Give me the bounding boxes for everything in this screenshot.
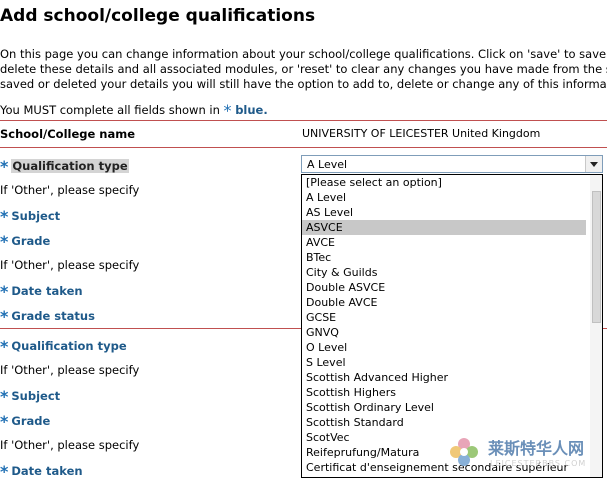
- dropdown-option[interactable]: [Please select an option]: [302, 175, 586, 190]
- required-fields-note: You MUST complete all fields shown in * …: [0, 101, 268, 120]
- dropdown-option[interactable]: Scottish Advanced Higher: [302, 370, 586, 385]
- subject-text: Subject: [11, 389, 61, 403]
- asterisk-icon: *: [0, 412, 9, 431]
- watermark-url: LEICESTERBBS.COM: [490, 459, 587, 468]
- dropdown-option[interactable]: AVCE: [302, 235, 586, 250]
- select-current-value: A Level: [307, 158, 348, 171]
- dropdown-option[interactable]: Double AVCE: [302, 295, 586, 310]
- asterisk-icon: *: [0, 282, 9, 301]
- page-title: Add school/college qualifications: [0, 6, 316, 26]
- school-name-label: School/College name: [0, 127, 136, 141]
- other-specify-label: If 'Other', please specify: [0, 363, 140, 377]
- intro-line: On this page you can change information …: [0, 47, 607, 61]
- date-taken-label: * Date taken: [0, 282, 83, 301]
- asterisk-icon: *: [0, 307, 9, 326]
- qualification-type-text: Qualification type: [11, 159, 129, 173]
- intro-line: delete these details and all associated …: [0, 62, 607, 76]
- scrollbar-thumb[interactable]: [592, 191, 601, 323]
- other-specify-label: If 'Other', please specify: [0, 438, 140, 452]
- subject-text: Subject: [11, 209, 61, 223]
- asterisk-icon: *: [0, 157, 9, 176]
- grade-text: Grade: [11, 414, 51, 428]
- intro-line: saved or deleted your details you will s…: [0, 77, 607, 91]
- subject-label: * Subject: [0, 207, 60, 226]
- date-taken-text: Date taken: [11, 284, 83, 298]
- watermark-site-name: 莱斯特华人网: [488, 439, 585, 458]
- dropdown-option[interactable]: O Level: [302, 340, 586, 355]
- asterisk-icon: *: [0, 387, 9, 406]
- dropdown-option[interactable]: BTec: [302, 250, 586, 265]
- date-taken-text: Date taken: [11, 464, 83, 478]
- dropdown-option[interactable]: GCSE: [302, 310, 586, 325]
- intro-text: On this page you can change information …: [0, 47, 607, 92]
- qualification-type-text: Qualification type: [11, 339, 127, 353]
- school-name-value: UNIVERSITY OF LEICESTER United Kingdom: [302, 127, 541, 140]
- date-taken-label: * Date taken: [0, 462, 83, 481]
- asterisk-icon: *: [0, 462, 9, 481]
- other-specify-label: If 'Other', please specify: [0, 183, 140, 197]
- site-watermark: 莱斯特华人网 LEICESTERBBS.COM: [440, 432, 607, 478]
- asterisk-icon: *: [0, 232, 9, 251]
- dropdown-option[interactable]: AS Level: [302, 205, 586, 220]
- asterisk-icon: *: [0, 337, 9, 356]
- other-specify-label: If 'Other', please specify: [0, 258, 140, 272]
- subject-label: * Subject: [0, 387, 60, 406]
- qualification-type-label: * Qualification type: [0, 337, 127, 356]
- qualification-type-select[interactable]: A Level: [301, 155, 603, 173]
- grade-status-label: * Grade status: [0, 307, 95, 326]
- required-note-blue: blue.: [235, 103, 268, 117]
- dropdown-option[interactable]: Double ASVCE: [302, 280, 586, 295]
- grade-status-text: Grade status: [11, 309, 95, 323]
- dropdown-option[interactable]: Scottish Highers: [302, 385, 586, 400]
- dropdown-option[interactable]: City & Guilds: [302, 265, 586, 280]
- dropdown-option-highlighted[interactable]: ASVCE: [302, 220, 586, 235]
- dropdown-option[interactable]: Scottish Standard: [302, 415, 586, 430]
- dropdown-option[interactable]: Scottish Ordinary Level: [302, 400, 586, 415]
- asterisk-icon: *: [223, 101, 232, 120]
- dropdown-option[interactable]: GNVQ: [302, 325, 586, 340]
- qualification-type-label: * Qualification type: [0, 157, 129, 176]
- grade-label: * Grade: [0, 412, 50, 431]
- chevron-down-icon[interactable]: [585, 156, 602, 172]
- asterisk-icon: *: [0, 207, 9, 226]
- divider: [0, 120, 607, 121]
- dropdown-option[interactable]: A Level: [302, 190, 586, 205]
- dropdown-option[interactable]: S Level: [302, 355, 586, 370]
- grade-text: Grade: [11, 234, 51, 248]
- required-note-text: You MUST complete all fields shown in: [0, 103, 220, 117]
- divider: [0, 147, 607, 148]
- grade-label: * Grade: [0, 232, 50, 251]
- flower-logo-icon: [450, 438, 478, 466]
